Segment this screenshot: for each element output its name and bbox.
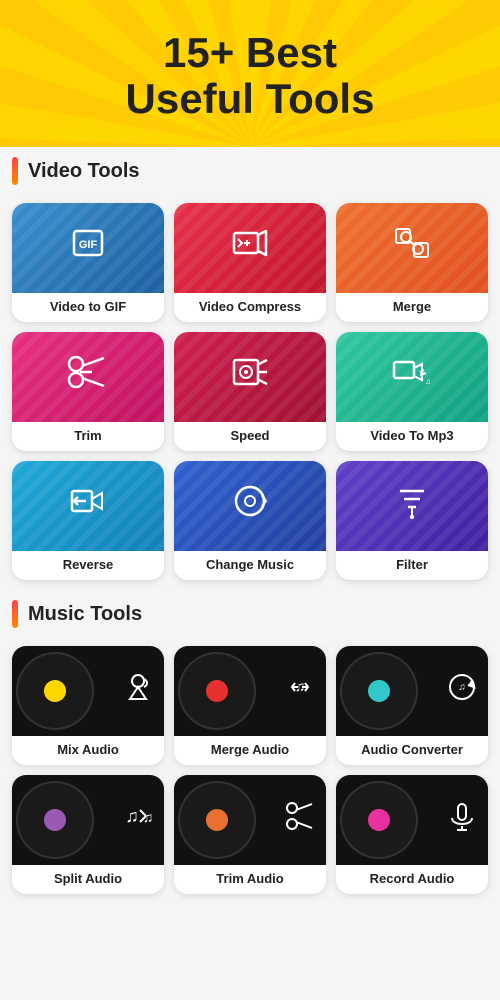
tool-label-split-audio: Split Audio bbox=[12, 865, 164, 894]
tool-icon-trim-audio bbox=[284, 800, 316, 840]
tool-thumb-video-compress bbox=[174, 203, 326, 293]
tool-label-mix-audio: Mix Audio bbox=[12, 736, 164, 765]
tool-thumb-trim-audio bbox=[174, 775, 326, 865]
tool-thumb-merge bbox=[336, 203, 488, 293]
svg-text:GIF: GIF bbox=[79, 239, 98, 251]
tool-label-trim: Trim bbox=[12, 422, 164, 451]
music-section-title: Music Tools bbox=[28, 603, 142, 626]
tool-card-trim-audio[interactable]: Trim Audio bbox=[174, 775, 326, 894]
tool-icon-mix-audio bbox=[122, 671, 154, 711]
svg-text:♫: ♫ bbox=[125, 806, 139, 826]
tool-thumb-merge-audio: ♫ bbox=[174, 646, 326, 736]
tool-label-video-compress: Video Compress bbox=[174, 293, 326, 322]
tool-icon-video-compress bbox=[230, 223, 270, 273]
tool-icon-merge bbox=[392, 223, 432, 273]
tool-icon-video-to-mp3: ♫ bbox=[392, 352, 432, 402]
tool-card-speed[interactable]: Speed bbox=[174, 332, 326, 451]
tool-card-record-audio[interactable]: Record Audio bbox=[336, 775, 488, 894]
section-bar-video bbox=[12, 157, 18, 185]
tool-card-video-to-gif[interactable]: GIF Video to GIF bbox=[12, 203, 164, 322]
tool-thumb-split-audio: ♫♫ bbox=[12, 775, 164, 865]
header-line2: Useful Tools bbox=[126, 75, 375, 122]
video-section-title: Video Tools bbox=[28, 160, 140, 183]
tool-card-trim[interactable]: Trim bbox=[12, 332, 164, 451]
tool-icon-trim bbox=[66, 354, 110, 400]
header: 15+ Best Useful Tools bbox=[0, 0, 500, 147]
video-tools-grid: GIF Video to GIF Video Compress Merge Tr… bbox=[0, 195, 500, 584]
tool-icon-video-to-gif: GIF bbox=[68, 223, 108, 273]
tool-label-merge: Merge bbox=[336, 293, 488, 322]
tool-thumb-video-to-mp3: ♫ bbox=[336, 332, 488, 422]
tool-thumb-reverse bbox=[12, 461, 164, 551]
tool-thumb-speed bbox=[174, 332, 326, 422]
tool-label-merge-audio: Merge Audio bbox=[174, 736, 326, 765]
tool-label-trim-audio: Trim Audio bbox=[174, 865, 326, 894]
tool-card-filter[interactable]: Filter bbox=[336, 461, 488, 580]
tool-icon-split-audio: ♫♫ bbox=[122, 800, 154, 840]
tool-card-merge[interactable]: Merge bbox=[336, 203, 488, 322]
tool-icon-audio-converter: ♫ bbox=[446, 671, 478, 711]
tool-thumb-trim bbox=[12, 332, 164, 422]
tool-card-change-music[interactable]: Change Music bbox=[174, 461, 326, 580]
tool-icon-filter bbox=[392, 481, 432, 531]
tool-card-reverse[interactable]: Reverse bbox=[12, 461, 164, 580]
tool-label-audio-converter: Audio Converter bbox=[336, 736, 488, 765]
tool-icon-change-music bbox=[230, 481, 270, 531]
music-tools-section-label: Music Tools bbox=[0, 590, 500, 638]
video-tools-section-label: Video Tools bbox=[0, 147, 500, 195]
svg-text:♫: ♫ bbox=[143, 809, 154, 825]
tool-card-audio-converter[interactable]: ♫ Audio Converter bbox=[336, 646, 488, 765]
tool-label-video-to-gif: Video to GIF bbox=[12, 293, 164, 322]
tool-thumb-mix-audio bbox=[12, 646, 164, 736]
tool-label-record-audio: Record Audio bbox=[336, 865, 488, 894]
section-bar-music bbox=[12, 600, 18, 628]
tool-icon-record-audio bbox=[446, 800, 478, 840]
tool-card-video-compress[interactable]: Video Compress bbox=[174, 203, 326, 322]
tool-thumb-audio-converter: ♫ bbox=[336, 646, 488, 736]
tool-thumb-video-to-gif: GIF bbox=[12, 203, 164, 293]
tool-thumb-filter bbox=[336, 461, 488, 551]
tool-label-reverse: Reverse bbox=[12, 551, 164, 580]
header-title: 15+ Best Useful Tools bbox=[20, 30, 480, 122]
tool-label-video-to-mp3: Video To Mp3 bbox=[336, 422, 488, 451]
tool-label-filter: Filter bbox=[336, 551, 488, 580]
tool-thumb-change-music bbox=[174, 461, 326, 551]
tool-card-merge-audio[interactable]: ♫ Merge Audio bbox=[174, 646, 326, 765]
tool-icon-merge-audio: ♫ bbox=[284, 671, 316, 711]
header-line1: 15+ Best bbox=[163, 29, 337, 76]
tool-icon-speed bbox=[230, 352, 270, 402]
tool-icon-reverse bbox=[68, 481, 108, 531]
svg-text:♫: ♫ bbox=[458, 682, 466, 693]
tool-label-change-music: Change Music bbox=[174, 551, 326, 580]
tool-card-video-to-mp3[interactable]: ♫ Video To Mp3 bbox=[336, 332, 488, 451]
tool-label-speed: Speed bbox=[174, 422, 326, 451]
tool-card-mix-audio[interactable]: Mix Audio bbox=[12, 646, 164, 765]
music-tools-grid: Mix Audio♫Merge Audio♫Audio Converter♫♫S… bbox=[0, 638, 500, 898]
tool-thumb-record-audio bbox=[336, 775, 488, 865]
tool-card-split-audio[interactable]: ♫♫ Split Audio bbox=[12, 775, 164, 894]
svg-text:♫: ♫ bbox=[295, 678, 306, 694]
svg-text:♫: ♫ bbox=[425, 377, 431, 386]
